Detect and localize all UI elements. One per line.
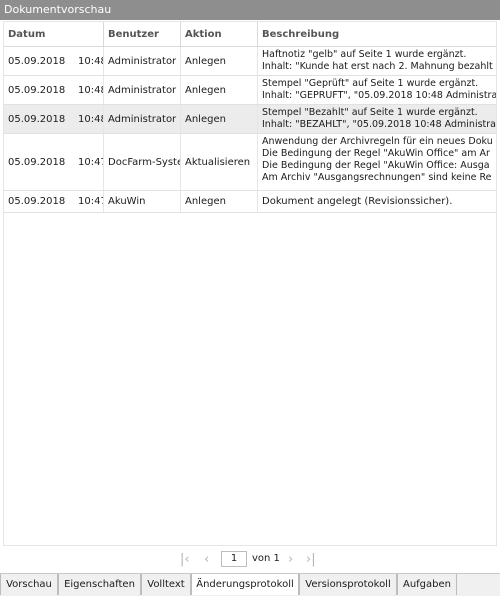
bottom-tab-bar: Vorschau Eigenschaften Volltext Änderung… <box>0 573 500 596</box>
description-line: Stempel "Geprüft" auf Seite 1 wurde ergä… <box>262 78 479 89</box>
date-cell: 05.09.2018 10:48 <box>4 105 104 133</box>
date-cell: 05.09.2018 10:48 <box>4 47 104 75</box>
time-text: 10:48 <box>77 55 104 67</box>
last-page-icon[interactable]: ›| <box>306 552 316 568</box>
time-text: 10:47 <box>77 196 104 207</box>
action-cell: Aktualisieren <box>181 134 258 190</box>
change-log-table: Datum Benutzer Aktion Beschreibung 05.09… <box>3 21 497 546</box>
tab-aenderungsprotokoll[interactable]: Änderungsprotokoll <box>191 574 299 595</box>
description-line: Haftnotiz "gelb" auf Seite 1 wurde ergän… <box>262 49 467 60</box>
description-line: Anwendung der Archivregeln für ein neues… <box>262 136 493 147</box>
description-line: Am Archiv "Ausgangsrechnungen" sind kein… <box>262 172 492 183</box>
description-cell: Dokument angelegt (Revisionssicher). <box>258 191 496 212</box>
table-row[interactable]: 05.09.2018 10:48 Administrator Anlegen H… <box>4 47 496 76</box>
description-cell: Anwendung der Archivregeln für ein neues… <box>258 134 496 190</box>
tab-eigenschaften[interactable]: Eigenschaften <box>58 574 141 595</box>
time-text: 10:48 <box>77 113 104 125</box>
action-cell: Anlegen <box>181 76 258 104</box>
date-text: 05.09.2018 <box>8 156 66 168</box>
table-header: Datum Benutzer Aktion Beschreibung <box>4 22 496 47</box>
table-row[interactable]: 05.09.2018 10:48 Administrator Anlegen S… <box>4 76 496 105</box>
previous-page-icon[interactable]: ‹ <box>204 552 209 568</box>
table-row[interactable]: 05.09.2018 10:47 AkuWin Anlegen Dokument… <box>4 191 496 213</box>
date-cell: 05.09.2018 10:48 <box>4 76 104 104</box>
window-title: Dokumentvorschau <box>0 0 500 20</box>
description-cell: Stempel "Geprüft" auf Seite 1 wurde ergä… <box>258 76 497 104</box>
user-cell: DocFarm-Syste <box>104 134 181 190</box>
tab-aufgaben[interactable]: Aufgaben <box>397 574 457 595</box>
user-cell: AkuWin <box>104 191 181 212</box>
date-cell: 05.09.2018 10:47 <box>4 134 104 190</box>
page-number-input[interactable]: 1 <box>221 551 247 567</box>
first-page-icon[interactable]: |‹ <box>180 552 190 568</box>
date-text: 05.09.2018 <box>8 84 66 96</box>
description-line: Stempel "Bezahlt" auf Seite 1 wurde ergä… <box>262 107 478 118</box>
pager: |‹ ‹ › ›| <box>0 548 500 572</box>
description-cell: Stempel "Bezahlt" auf Seite 1 wurde ergä… <box>258 105 497 133</box>
user-cell: Administrator <box>104 105 181 133</box>
action-cell: Anlegen <box>181 105 258 133</box>
time-text: 10:47 <box>77 156 104 168</box>
description-cell: Haftnotiz "gelb" auf Seite 1 wurde ergän… <box>258 47 496 75</box>
date-text: 05.09.2018 <box>8 55 66 67</box>
action-cell: Anlegen <box>181 191 258 212</box>
tab-volltext[interactable]: Volltext <box>141 574 191 595</box>
date-cell: 05.09.2018 10:47 <box>4 191 104 212</box>
column-header-beschreibung[interactable]: Beschreibung <box>258 22 496 46</box>
action-cell: Anlegen <box>181 47 258 75</box>
column-header-datum[interactable]: Datum <box>4 22 104 46</box>
description-line: Inhalt: "GEPRÜFT", "05.09.2018 10:48 Adm… <box>262 90 497 101</box>
tab-vorschau[interactable]: Vorschau <box>0 574 58 595</box>
column-header-benutzer[interactable]: Benutzer <box>104 22 181 46</box>
description-line: Inhalt: "BEZAHLT", "05.09.2018 10:48 Adm… <box>262 119 497 130</box>
description-line: Inhalt: "Kunde hat erst nach 2. Mahnung … <box>262 61 493 72</box>
tab-versionsprotokoll[interactable]: Versionsprotokoll <box>299 574 397 595</box>
description-line: Dokument angelegt (Revisionssicher). <box>262 196 453 207</box>
time-text: 10:48 <box>77 84 104 96</box>
next-page-icon[interactable]: › <box>288 552 293 568</box>
date-text: 05.09.2018 <box>8 196 66 207</box>
date-text: 05.09.2018 <box>8 113 66 125</box>
column-header-aktion[interactable]: Aktion <box>181 22 258 46</box>
page-count-label: von 1 <box>252 553 280 564</box>
table-row-selected[interactable]: 05.09.2018 10:48 Administrator Anlegen S… <box>4 105 496 134</box>
user-cell: Administrator <box>104 47 181 75</box>
table-row[interactable]: 05.09.2018 10:47 DocFarm-Syste Aktualisi… <box>4 134 496 191</box>
description-line: Die Bedingung der Regel "AkuWin Office" … <box>262 148 490 159</box>
user-cell: Administrator <box>104 76 181 104</box>
description-line: Die Bedingung der Regel "AkuWin Office: … <box>262 160 490 171</box>
